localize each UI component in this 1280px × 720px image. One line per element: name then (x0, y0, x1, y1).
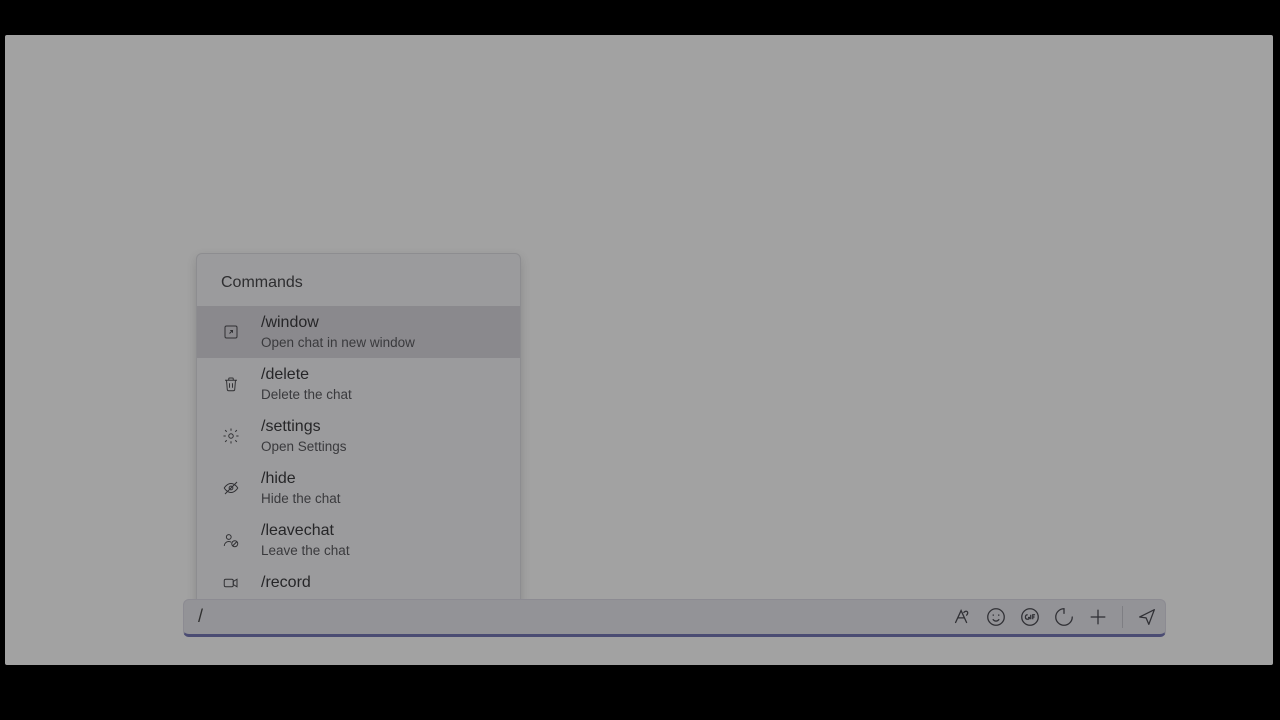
loop-icon[interactable] (1052, 605, 1076, 629)
gif-icon[interactable] (1018, 605, 1042, 629)
command-desc: Delete the chat (261, 386, 352, 403)
command-item-hide[interactable]: /hide Hide the chat (197, 462, 520, 514)
message-input[interactable] (184, 606, 950, 629)
command-title: /settings (261, 417, 347, 437)
command-item-record[interactable]: /record (197, 566, 520, 593)
app-background: Commands /window Open chat in new window… (5, 35, 1273, 665)
trash-icon (221, 374, 241, 394)
commands-popup-header: Commands (197, 254, 520, 306)
record-icon (221, 573, 241, 593)
compose-bar (183, 599, 1166, 637)
format-icon[interactable] (950, 605, 974, 629)
emoji-icon[interactable] (984, 605, 1008, 629)
command-desc: Leave the chat (261, 542, 350, 559)
open-window-icon (221, 322, 241, 342)
hide-icon (221, 478, 241, 498)
gear-icon (221, 426, 241, 446)
send-icon[interactable] (1135, 605, 1159, 629)
command-title: /window (261, 313, 415, 333)
command-item-delete[interactable]: /delete Delete the chat (197, 358, 520, 410)
compose-toolbar (950, 605, 1165, 629)
command-title: /delete (261, 365, 352, 385)
command-title: /hide (261, 469, 341, 489)
command-desc: Open chat in new window (261, 334, 415, 351)
command-desc: Hide the chat (261, 490, 341, 507)
plus-icon[interactable] (1086, 605, 1110, 629)
letterbox-top (0, 0, 1280, 35)
letterbox-bottom (0, 665, 1280, 720)
command-item-settings[interactable]: /settings Open Settings (197, 410, 520, 462)
command-desc: Open Settings (261, 438, 347, 455)
command-title: /record (261, 573, 311, 593)
command-item-window[interactable]: /window Open chat in new window (197, 306, 520, 358)
toolbar-divider (1122, 606, 1123, 628)
command-item-leavechat[interactable]: /leavechat Leave the chat (197, 514, 520, 566)
leave-icon (221, 530, 241, 550)
commands-popup: Commands /window Open chat in new window… (196, 253, 521, 611)
commands-list: /window Open chat in new window /delete … (197, 306, 520, 593)
command-title: /leavechat (261, 521, 350, 541)
